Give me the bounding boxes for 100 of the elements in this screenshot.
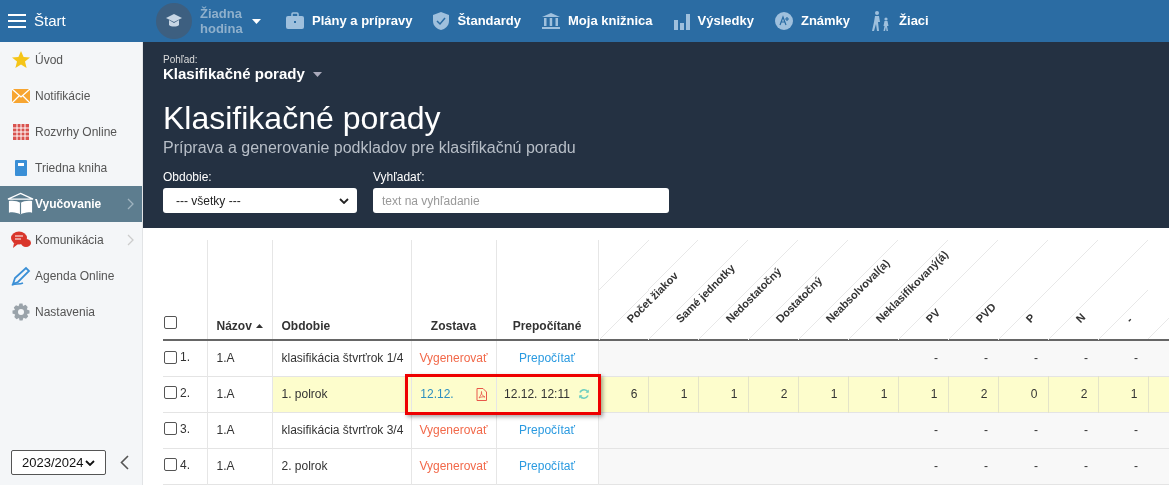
table-cell: 1.A: [216, 351, 235, 366]
table-cell: -: [1134, 351, 1138, 366]
period-select[interactable]: --- všetky ---: [163, 188, 357, 213]
row-number: 2.: [180, 384, 190, 402]
nav-item[interactable]: Výsledky: [672, 11, 754, 31]
sidebar-item[interactable]: Triedna kniha: [0, 150, 142, 186]
nav-item[interactable]: Štandardy: [432, 11, 522, 31]
nav-item[interactable]: Plány a prípravy: [285, 11, 413, 31]
nav-item[interactable]: Známky: [773, 11, 851, 31]
sidebar-item[interactable]: Komunikácia: [0, 222, 142, 258]
table-cell: 2: [980, 387, 988, 401]
chevron-right-icon: [127, 198, 134, 210]
sidebar-item[interactable]: Nastavenia: [0, 294, 142, 330]
caret-down-icon: [312, 71, 322, 77]
table-cell: 1: [930, 387, 938, 401]
table-cell: -: [934, 351, 938, 366]
view-label: Pohľad:: [163, 54, 199, 65]
table-cell: -: [984, 459, 988, 473]
filter-label: Obdobie:: [163, 170, 213, 184]
menu-icon[interactable]: [8, 14, 26, 28]
column-header[interactable]: Názov: [216, 317, 263, 335]
envelope-icon: [10, 88, 31, 104]
calendar-grid-icon: [11, 123, 30, 141]
library-icon: [541, 12, 562, 30]
column-header[interactable]: Zostava: [430, 317, 477, 335]
filter-label: Vyhľadať:: [373, 170, 426, 184]
chevron-down-icon: [85, 459, 95, 466]
nav-item[interactable]: Moja knižnica: [541, 11, 653, 31]
column-header[interactable]: Obdobie: [281, 317, 331, 335]
checkbox[interactable]: [164, 386, 177, 400]
table-cell: 2: [780, 387, 788, 401]
year-select[interactable]: 2023/2024: [11, 450, 106, 475]
table-cell: -: [1034, 459, 1038, 473]
checkbox[interactable]: [164, 350, 177, 364]
grade-badge-icon: [773, 11, 794, 31]
table-cell: 1.A: [216, 459, 235, 473]
table-cell: -: [1134, 459, 1138, 473]
row-number: 4.: [180, 456, 190, 474]
speech-bubbles-icon: [9, 230, 32, 250]
table-cell: klasifikácia štvrťrok 1/4: [281, 351, 404, 366]
sort-ascending-icon: [255, 324, 263, 328]
pen-icon: [10, 266, 31, 286]
graduation-cap-icon: [156, 3, 192, 39]
page-title: Klasifikačné porady: [163, 100, 442, 136]
table-cell: 1: [730, 387, 738, 401]
table-cell: 1. polrok: [281, 387, 328, 401]
start-label[interactable]: Štart: [34, 9, 66, 33]
checkbox[interactable]: [164, 422, 177, 436]
table-cell: 2: [1080, 387, 1088, 401]
chevron-down-icon: [339, 197, 349, 204]
briefcase-icon: [285, 12, 305, 30]
open-book-icon: [7, 192, 34, 216]
report-date-link[interactable]: 12.12.: [420, 385, 454, 403]
caret-down-icon: [252, 18, 261, 24]
table-cell: -: [1034, 351, 1038, 366]
recalc-time: 12.12. 12:11: [504, 386, 570, 403]
sidebar-item[interactable]: Notifikácie: [0, 78, 142, 114]
column-header[interactable]: Prepočítané: [512, 317, 582, 335]
table-cell: 1: [1130, 387, 1138, 401]
table-cell: -: [934, 459, 938, 473]
table-cell: 1.A: [216, 387, 235, 401]
pdf-icon[interactable]: [475, 387, 487, 401]
page-subtitle: Príprava a generovanie podkladov pre klasifikačnú poradu: [163, 138, 577, 158]
table-cell: -: [934, 423, 938, 437]
table-cell: 1.A: [216, 423, 235, 437]
sidebar-item[interactable]: Agenda Online: [0, 258, 142, 294]
bar-chart-icon: [672, 12, 691, 30]
table-cell: 0: [1030, 387, 1038, 401]
table-cell: -: [1084, 423, 1088, 437]
settings-icon: [11, 303, 30, 321]
table-cell: -: [984, 423, 988, 437]
table-cell: -: [1034, 423, 1038, 437]
row-number: 3.: [180, 420, 190, 438]
sidebar-item[interactable]: Rozvrhy Online: [0, 114, 142, 150]
view-switcher[interactable]: Klasifikačné porady: [163, 65, 322, 83]
table-cell: 1: [880, 387, 888, 401]
shield-check-icon: [432, 11, 451, 31]
chevron-right-icon: [127, 234, 134, 246]
checkbox[interactable]: [164, 316, 177, 329]
table-cell: 1: [830, 387, 838, 401]
collapse-icon[interactable]: [120, 455, 129, 470]
search-field[interactable]: text na vyhľadanie: [373, 188, 669, 213]
row-number: 1.: [180, 349, 190, 366]
notebook-icon: [13, 159, 28, 177]
table-cell: 1: [680, 387, 688, 401]
checkbox[interactable]: [164, 458, 177, 472]
column-header[interactable]: -: [1123, 313, 1135, 325]
sidebar-item[interactable]: Úvod: [0, 42, 142, 78]
column-header[interactable]: P: [1023, 311, 1038, 325]
table-cell: -: [1084, 459, 1088, 473]
nav-item[interactable]: Žiaci: [870, 10, 929, 32]
table-cell: 2. polrok: [281, 459, 328, 473]
table-cell: 6: [630, 387, 638, 401]
table-cell: -: [1134, 423, 1138, 437]
sidebar-item[interactable]: Vyučovanie: [0, 186, 142, 222]
column-header[interactable]: N: [1073, 310, 1088, 325]
table-cell: -: [984, 351, 988, 366]
table-cell: klasifikácia štvrťrok 3/4: [281, 423, 404, 437]
table-cell: -: [1084, 351, 1088, 366]
star-icon: [10, 50, 31, 70]
